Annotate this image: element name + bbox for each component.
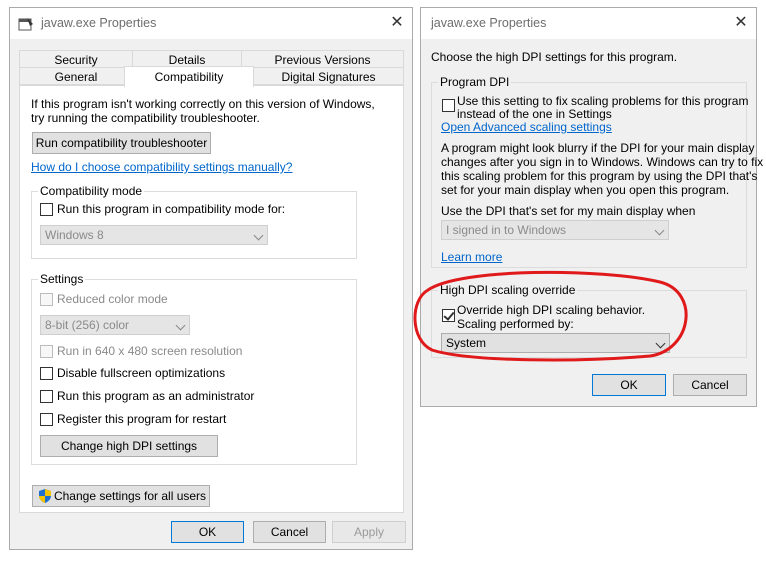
intro-text-line2: try running the compatibility troublesho… (31, 111, 260, 125)
compatibility-mode-label: Compatibility mode (38, 184, 145, 198)
run-troubleshooter-button[interactable]: Run compatibility troubleshooter (32, 132, 211, 154)
window-title: javaw.exe Properties (41, 16, 157, 30)
override-dpi-checkbox[interactable] (442, 309, 455, 322)
compatibility-properties-window: javaw.exe Properties ✕ Security Details … (9, 7, 413, 550)
close-icon[interactable]: ✕ (730, 13, 752, 33)
change-all-users-label: Change settings for all users (53, 489, 207, 503)
dpi-heading: Choose the high DPI settings for this pr… (431, 50, 678, 64)
app-icon (18, 16, 34, 32)
override-dpi-label-line2: Scaling performed by: (457, 317, 574, 331)
dpi-override-label: High DPI scaling override (438, 283, 578, 297)
tab-security[interactable]: Security (19, 50, 133, 68)
register-restart-label: Register this program for restart (57, 412, 227, 426)
run-as-admin-label: Run this program as an administrator (57, 389, 255, 403)
chevron-down-icon (175, 320, 186, 331)
title-bar[interactable]: javaw.exe Properties ✕ (10, 8, 412, 39)
change-all-users-button[interactable]: Change settings for all users (32, 485, 210, 507)
advanced-scaling-link[interactable]: Open Advanced scaling settings (441, 120, 612, 134)
close-icon[interactable]: ✕ (386, 13, 408, 33)
reduced-color-checkbox[interactable] (40, 293, 53, 306)
learn-more-link[interactable]: Learn more (441, 250, 502, 264)
cancel-button[interactable]: Cancel (673, 374, 747, 396)
title-bar[interactable]: javaw.exe Properties ✕ (421, 8, 756, 39)
color-depth-select[interactable]: 8-bit (256) color (40, 315, 190, 335)
tab-compatibility[interactable]: Compatibility (124, 66, 254, 87)
intro-text-line1: If this program isn't working correctly … (31, 97, 375, 111)
use-dpi-label: Use the DPI that's set for my main displ… (441, 204, 696, 218)
cancel-button[interactable]: Cancel (253, 521, 326, 543)
disable-fullscreen-checkbox[interactable] (40, 367, 53, 380)
os-version-select[interactable]: Windows 8 (40, 225, 268, 245)
help-link[interactable]: How do I choose compatibility settings m… (31, 160, 292, 174)
chevron-down-icon (253, 230, 264, 241)
color-depth-value: 8-bit (256) color (45, 318, 130, 332)
settings-label: Settings (38, 272, 86, 286)
compatibility-mode-group: Compatibility mode Run this program in c… (31, 184, 357, 259)
program-dpi-group: Program DPI Use this setting to fix scal… (431, 75, 763, 268)
compat-mode-checkbox-label: Run this program in compatibility mode f… (57, 202, 286, 216)
chevron-down-icon (654, 225, 665, 236)
dpi-when-value: I signed in to Windows (446, 223, 567, 237)
dpi-when-select[interactable]: I signed in to Windows (441, 220, 669, 240)
blurry-explanation-line4: set for your main display when you open … (441, 183, 730, 197)
disable-fullscreen-label: Disable fullscreen optimizations (57, 366, 226, 380)
tab-digital-signatures[interactable]: Digital Signatures (253, 67, 404, 85)
change-high-dpi-button[interactable]: Change high DPI settings (40, 435, 218, 457)
compatibility-panel: If this program isn't working correctly … (19, 85, 404, 513)
program-dpi-checkbox-label-line2: instead of the one in Settings (457, 107, 612, 121)
blurry-explanation-line2: changes after you sign in to Windows. Wi… (441, 155, 764, 169)
chevron-down-icon (655, 338, 666, 349)
apply-button[interactable]: Apply (332, 521, 406, 543)
ok-button[interactable]: OK (171, 521, 244, 543)
blurry-explanation-line3: this scaling problem for this program by… (441, 169, 758, 183)
resolution-640-checkbox[interactable] (40, 345, 53, 358)
blurry-explanation-line1: A program might look blurry if the DPI f… (441, 141, 755, 155)
shield-icon (37, 488, 53, 504)
program-dpi-checkbox[interactable] (442, 99, 455, 112)
compat-mode-checkbox[interactable] (40, 203, 53, 216)
resolution-640-label: Run in 640 x 480 screen resolution (57, 344, 243, 358)
settings-group: Settings Reduced color mode 8-bit (256) … (31, 272, 357, 465)
dpi-override-group: High DPI scaling override Override high … (431, 283, 747, 358)
tab-previous-versions[interactable]: Previous Versions (241, 50, 404, 68)
high-dpi-settings-window: javaw.exe Properties ✕ Choose the high D… (420, 7, 763, 407)
os-version-value: Windows 8 (45, 228, 104, 242)
ok-button[interactable]: OK (592, 374, 666, 396)
register-restart-checkbox[interactable] (40, 413, 53, 426)
program-dpi-label: Program DPI (438, 75, 512, 89)
scaling-performed-by-value: System (446, 336, 487, 350)
override-dpi-label-line1: Override high DPI scaling behavior. (457, 303, 646, 317)
run-as-admin-checkbox[interactable] (40, 390, 53, 403)
window-title: javaw.exe Properties (431, 16, 547, 30)
reduced-color-label: Reduced color mode (57, 292, 168, 306)
tab-general[interactable]: General (19, 67, 133, 85)
program-dpi-checkbox-label-line1: Use this setting to fix scaling problems… (457, 94, 749, 108)
scaling-performed-by-select[interactable]: System (441, 333, 670, 353)
